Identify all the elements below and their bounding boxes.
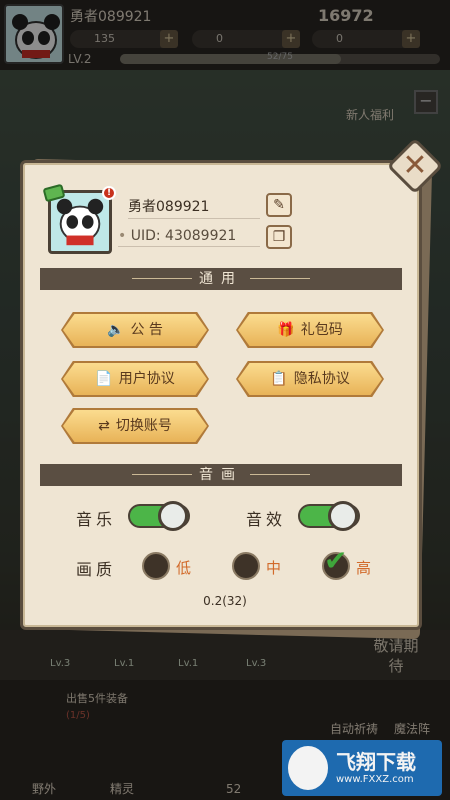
notification-dot-icon: ! bbox=[102, 186, 116, 200]
gift-code-label: 礼包码 bbox=[300, 322, 343, 338]
ornament-right-icon bbox=[250, 474, 310, 475]
uid-text: UID: 43089921 bbox=[130, 228, 237, 244]
quality-label: 画质 bbox=[76, 560, 117, 579]
ornament-left-icon bbox=[132, 278, 192, 279]
ornament-right-icon bbox=[250, 278, 310, 279]
music-toggle-knob[interactable] bbox=[158, 501, 188, 531]
announcement-button[interactable]: 🔈 公 告 bbox=[63, 314, 207, 346]
quality-low-radio[interactable] bbox=[142, 552, 170, 580]
copy-icon: ❐ bbox=[272, 229, 286, 245]
speaker-icon: 🔈 bbox=[107, 322, 125, 338]
player-name-field: 勇者089921 bbox=[128, 196, 260, 219]
sfx-toggle-knob[interactable] bbox=[328, 501, 358, 531]
switch-icon: ⇄ bbox=[98, 418, 110, 434]
privacy-agreement-button[interactable]: 📋 隐私协议 bbox=[238, 363, 382, 395]
uid-dot-icon: • bbox=[118, 228, 127, 244]
quality-high-label: 高 bbox=[356, 559, 372, 577]
user-agreement-label: 用户协议 bbox=[118, 371, 175, 387]
privacy-agreement-label: 隐私协议 bbox=[293, 371, 350, 387]
watermark-logo: 飞翔下载 www.FXXZ.com bbox=[282, 740, 442, 796]
switch-account-label: 切换账号 bbox=[115, 418, 172, 434]
announcement-label: 公 告 bbox=[130, 322, 163, 338]
user-agreement-button[interactable]: 📄 用户协议 bbox=[63, 363, 207, 395]
checkmark-icon: ✔ bbox=[324, 544, 348, 577]
section-audio-video-title: 音画 bbox=[199, 467, 243, 483]
switch-account-button[interactable]: ⇄ 切换账号 bbox=[63, 410, 207, 442]
profile-avatar[interactable] bbox=[48, 190, 112, 254]
quality-medium-radio[interactable] bbox=[232, 552, 260, 580]
section-audio-video: 音画 bbox=[40, 464, 402, 486]
watermark-url: www.FXXZ.com bbox=[336, 774, 414, 785]
version-text: 0.2(32) bbox=[203, 594, 247, 608]
section-general: 通用 bbox=[40, 268, 402, 290]
quality-low-label: 低 bbox=[176, 559, 192, 577]
gift-icon: 🎁 bbox=[277, 322, 295, 338]
pencil-icon: ✎ bbox=[273, 197, 285, 213]
section-general-title: 通用 bbox=[199, 271, 243, 287]
ornament-left-icon bbox=[132, 474, 192, 475]
clipboard-icon: 📋 bbox=[270, 371, 288, 387]
watermark-title: 飞翔下载 bbox=[336, 750, 416, 774]
document-icon: 📄 bbox=[95, 371, 113, 387]
music-label: 音乐 bbox=[76, 510, 117, 529]
close-icon[interactable]: ✕ bbox=[395, 146, 435, 186]
watermark-icon bbox=[288, 746, 328, 790]
edit-name-button[interactable]: ✎ bbox=[266, 193, 292, 217]
sfx-label: 音效 bbox=[246, 510, 287, 529]
gift-code-button[interactable]: 🎁 礼包码 bbox=[238, 314, 382, 346]
quality-medium-label: 中 bbox=[266, 559, 282, 577]
uid-field: • UID: 43089921 bbox=[118, 228, 260, 247]
copy-uid-button[interactable]: ❐ bbox=[266, 225, 292, 249]
